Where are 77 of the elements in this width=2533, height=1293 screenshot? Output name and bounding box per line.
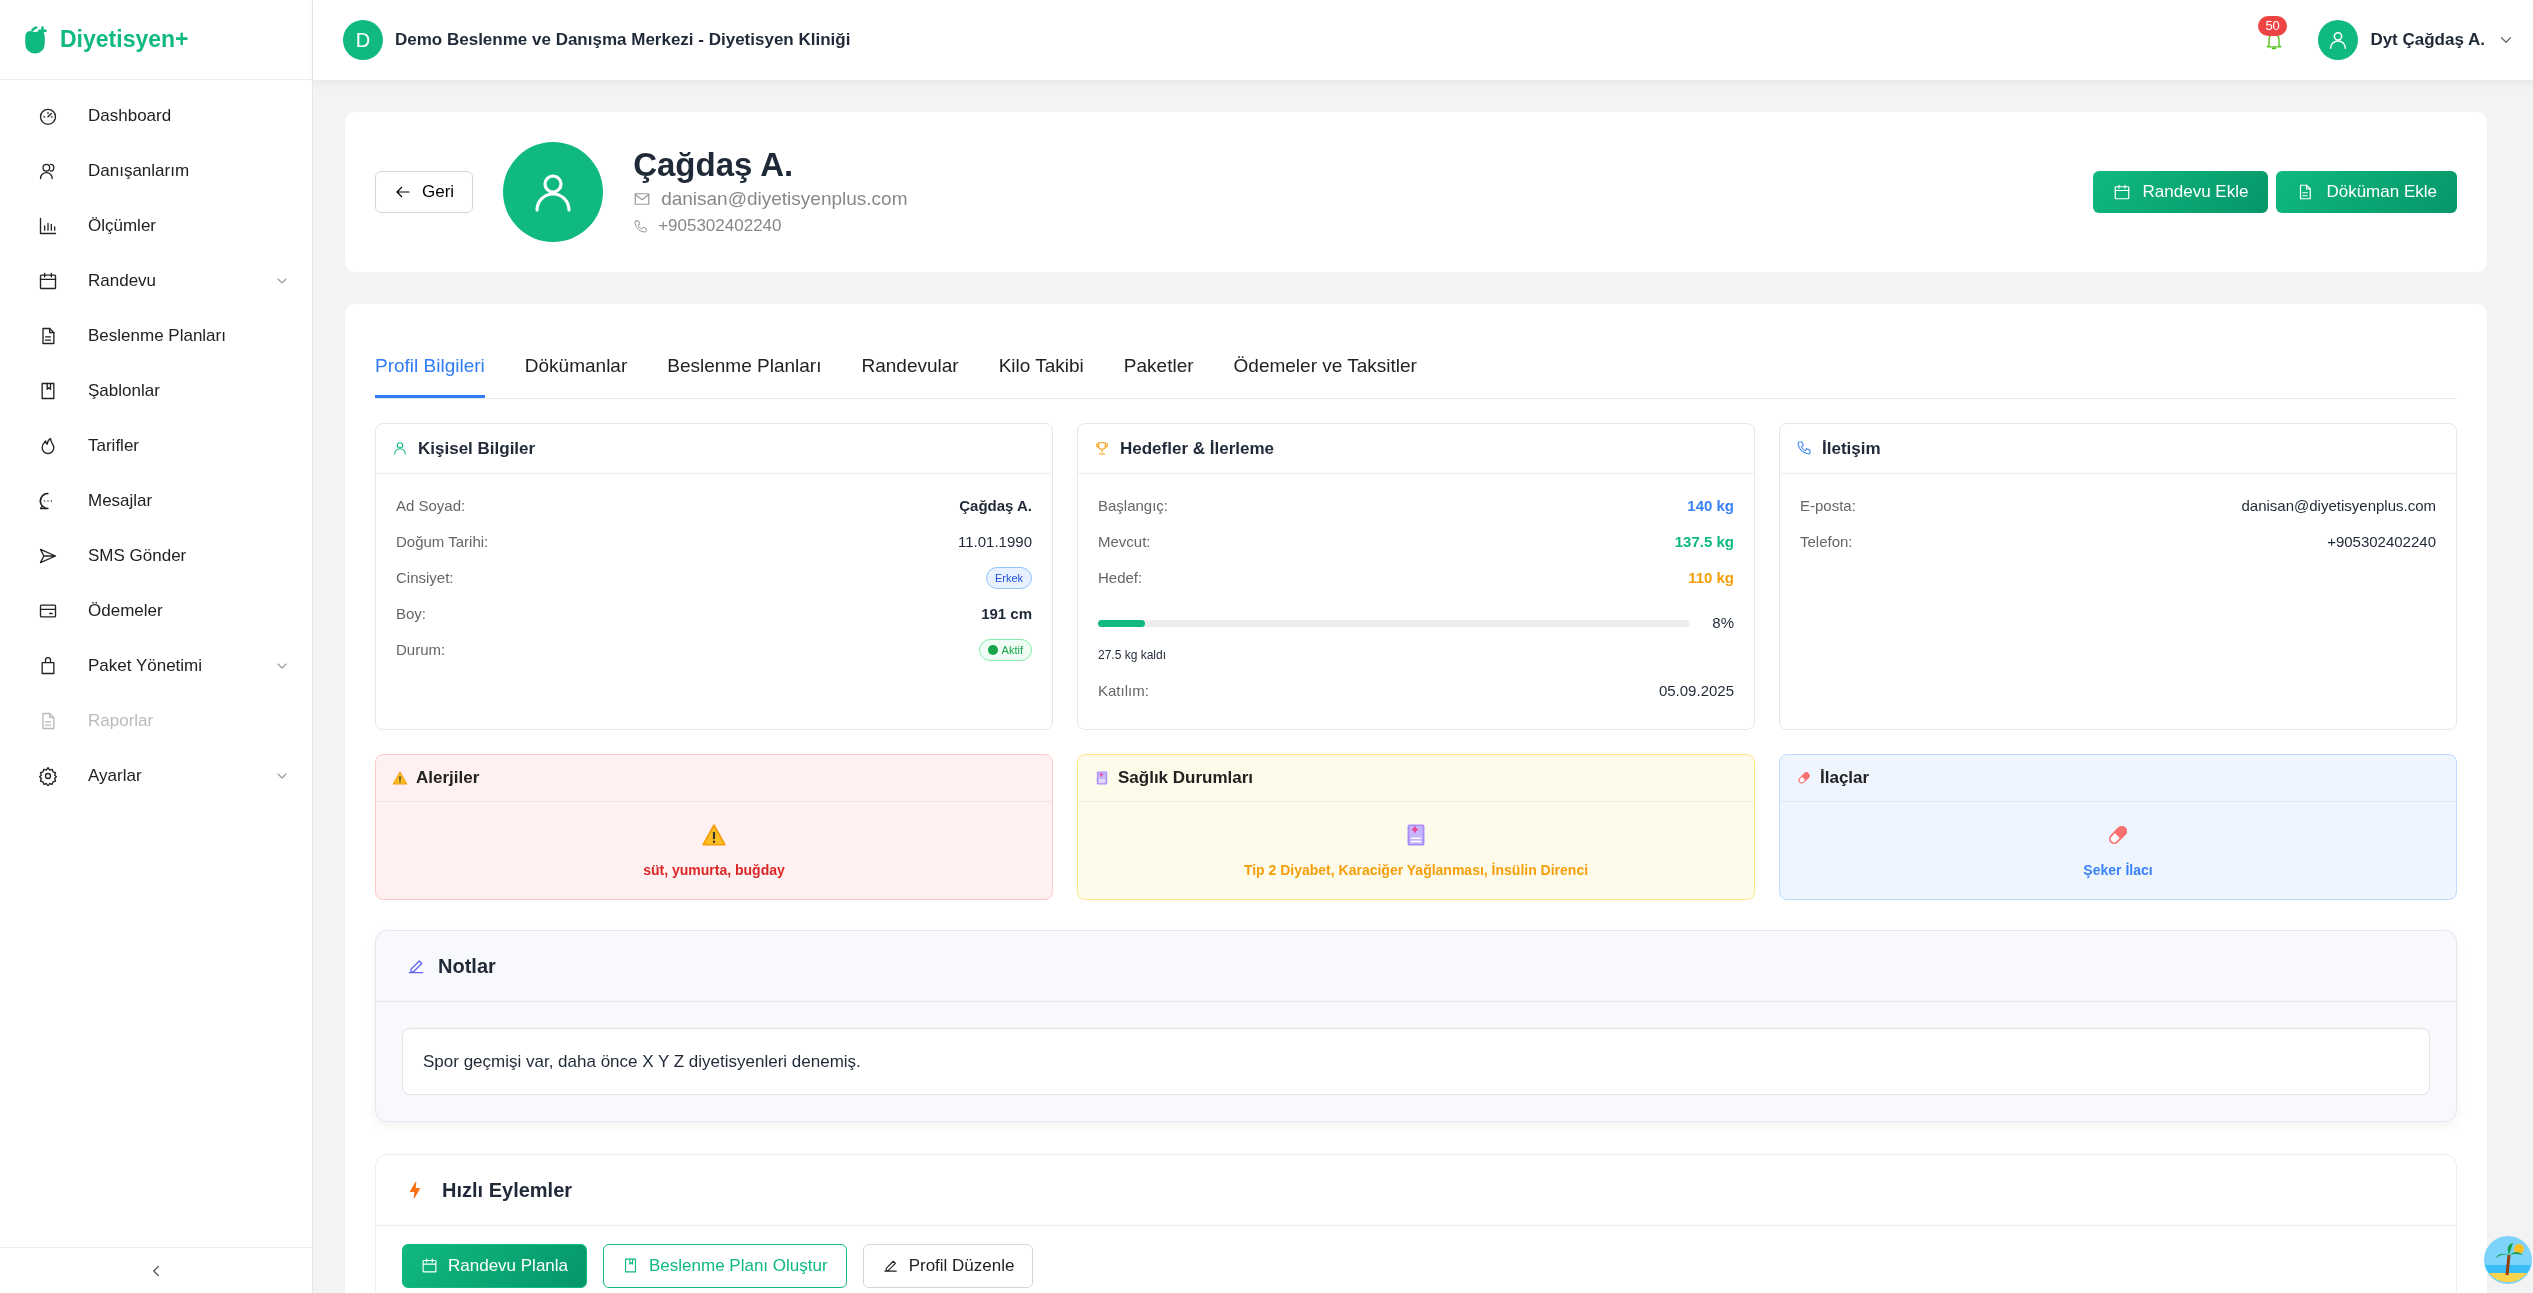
field-label: Doğum Tarihi:: [396, 531, 489, 552]
notes-title: Notlar: [438, 953, 496, 979]
user-icon: [392, 440, 408, 457]
medication-text: Şeker İlacı: [2083, 860, 2153, 880]
trophy-icon: [1094, 440, 1110, 457]
field-value: Çağdaş A.: [959, 495, 1032, 516]
sidebar-item[interactable]: Danışanlarım: [0, 143, 312, 198]
phone-icon: [633, 218, 649, 234]
user-name[interactable]: Dyt Çağdaş A.: [2370, 27, 2485, 53]
medical-folder-icon: [1094, 769, 1110, 786]
field-label: Başlangıç:: [1098, 495, 1169, 516]
field-label: Durum:: [396, 639, 446, 660]
field-value: 110 kg: [1688, 567, 1734, 588]
field-label: Hedef:: [1098, 567, 1143, 588]
beach-icon[interactable]: [2483, 1235, 2533, 1285]
field-label: E-posta:: [1800, 495, 1856, 516]
sidebar-item[interactable]: Randevu: [0, 253, 312, 308]
client-phone: +905302402240: [658, 215, 782, 238]
field-label: Ad Soyad:: [396, 495, 466, 516]
field-value: danisan@diyetisyenplus.com: [2241, 495, 2436, 516]
card-title: Alerjiler: [416, 767, 480, 789]
back-button[interactable]: Geri: [375, 171, 474, 213]
client-email: danisan@diyetisyenplus.com: [661, 186, 908, 211]
condition-text: Tip 2 Diyabet, Karaciğer Yağlanması, İnsülin Direnci: [1243, 860, 1589, 880]
field-label: Cinsiyet:: [396, 567, 454, 588]
calendar-icon: [38, 270, 58, 291]
brand-name: Diyetisyen+: [60, 25, 189, 55]
allergy-text: süt, yumurta, buğday: [643, 860, 785, 880]
card-title: İlaçlar: [1820, 767, 1870, 789]
note-text: Spor geçmişi var, daha önce X Y Z diyetisyenleri denemiş.: [402, 1027, 2430, 1095]
field-value: 140 kg: [1687, 495, 1734, 516]
calendar-icon: [2112, 183, 2131, 201]
status-badge: Aktif: [978, 638, 1032, 662]
quick-actions-title: Hızlı Eylemler: [442, 1178, 573, 1203]
sidebar-item[interactable]: Ölçümler: [0, 198, 312, 253]
field-value: 11.01.1990: [958, 531, 1032, 552]
progress-percent: 8%: [1712, 613, 1734, 633]
org-avatar: D: [343, 20, 383, 60]
tab[interactable]: Profil Bilgileri: [375, 344, 485, 398]
field-value: 191 cm: [981, 603, 1032, 624]
sidebar-item[interactable]: Paket Yönetimi: [0, 638, 312, 693]
sidebar-item[interactable]: Şablonlar: [0, 363, 312, 418]
sidebar-item[interactable]: Mesajlar: [0, 473, 312, 528]
warning-icon: [392, 769, 408, 786]
sidebar-item[interactable]: Ödemeler: [0, 583, 312, 638]
calendar-icon: [421, 1257, 438, 1275]
field-label: Katılım:: [1098, 680, 1149, 701]
tab[interactable]: Randevular: [861, 344, 959, 398]
sidebar-item[interactable]: SMS Gönder: [0, 528, 312, 583]
card-title: İletişim: [1822, 437, 1881, 460]
sidebar-item[interactable]: Beslenme Planları: [0, 308, 312, 363]
settings-icon: [38, 765, 58, 786]
card-title: Kişisel Bilgiler: [418, 437, 536, 460]
card-title: Sağlık Durumları: [1118, 767, 1254, 789]
tab[interactable]: Dökümanlar: [524, 344, 628, 398]
tab[interactable]: Paketler: [1123, 344, 1194, 398]
field-value: 05.09.2025: [1658, 680, 1734, 701]
org-title: Demo Beslenme ve Danışma Merkezi - Diyetisyen Kliniği: [395, 29, 851, 52]
sidebar-item[interactable]: Ayarlar: [0, 748, 312, 803]
tab[interactable]: Kilo Takibi: [998, 344, 1084, 398]
field-label: Mevcut:: [1098, 531, 1151, 552]
gender-badge: Erkek: [985, 566, 1032, 590]
field-label: Boy:: [396, 603, 426, 624]
tab[interactable]: Beslenme Planları: [667, 344, 822, 398]
card-title: Hedefler & İlerleme: [1120, 437, 1274, 460]
bar-chart-icon: [38, 215, 58, 236]
field-value: 137.5 kg: [1674, 531, 1734, 552]
field-value: +905302402240: [2327, 531, 2436, 552]
sidebar-item[interactable]: Dashboard: [0, 88, 312, 143]
sidebar-item[interactable]: Tarifler: [0, 418, 312, 473]
tab[interactable]: Ödemeler ve Taksitler: [1233, 344, 1417, 398]
remaining-text: 27.5 kg kaldı: [1098, 647, 1167, 662]
notification-count: 50: [2258, 16, 2287, 36]
phone-icon: [1796, 440, 1812, 457]
field-label: Telefon:: [1800, 531, 1853, 552]
client-name: Çağdaş A.: [633, 145, 795, 185]
quick-action-button[interactable]: Profil Düzenle: [862, 1244, 1034, 1288]
